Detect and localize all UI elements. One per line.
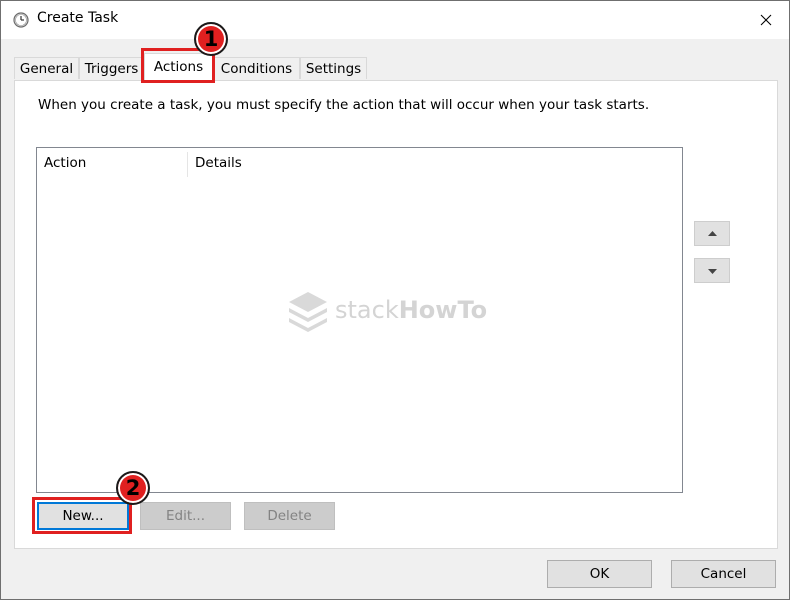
close-button[interactable] — [743, 1, 789, 39]
cancel-button[interactable]: Cancel — [671, 560, 776, 588]
delete-action-button[interactable]: Delete — [244, 502, 335, 530]
column-header-action[interactable]: Action — [37, 148, 187, 178]
move-up-button[interactable] — [694, 221, 730, 246]
actions-description: When you create a task, you must specify… — [38, 97, 650, 113]
window-title: Create Task — [37, 10, 119, 26]
edit-action-button[interactable]: Edit... — [140, 502, 231, 530]
tab-settings[interactable]: Settings — [300, 57, 367, 79]
callout-box-new-button — [32, 497, 132, 534]
clock-icon — [13, 12, 29, 28]
tab-conditions[interactable]: Conditions — [213, 57, 300, 79]
ok-button[interactable]: OK — [547, 560, 652, 588]
column-header-details[interactable]: Details — [188, 148, 488, 178]
actions-list[interactable]: Action Details stackHowTo — [36, 147, 683, 493]
arrow-down-icon — [707, 268, 717, 274]
callout-badge-2: 2 — [116, 471, 150, 505]
callout-badge-1: 1 — [194, 22, 228, 56]
create-task-dialog: Create Task General Triggers Actions Con… — [0, 0, 790, 600]
tab-general[interactable]: General — [14, 57, 79, 79]
close-icon — [760, 14, 772, 26]
title-bar: Create Task — [1, 1, 789, 39]
tab-triggers[interactable]: Triggers — [79, 57, 144, 79]
watermark-text: stackHowTo — [335, 296, 488, 324]
stackhowto-watermark: stackHowTo — [285, 288, 495, 338]
arrow-up-icon — [707, 230, 717, 236]
move-down-button[interactable] — [694, 258, 730, 283]
stack-logo-icon — [289, 292, 327, 332]
